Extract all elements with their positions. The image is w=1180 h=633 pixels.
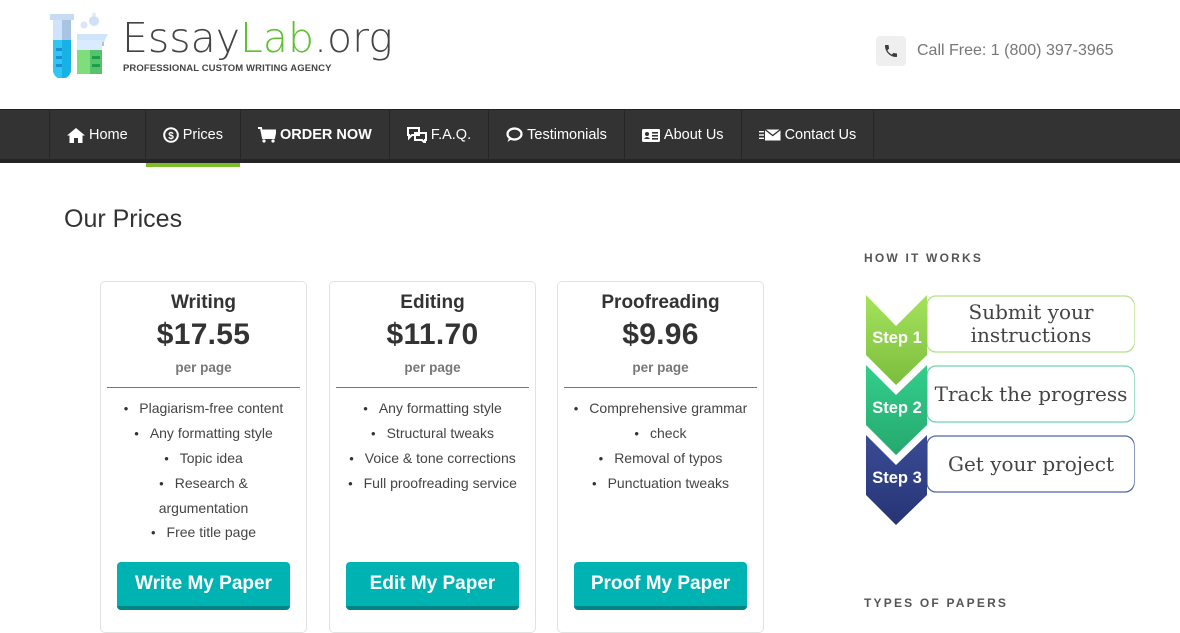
nav-contact-us[interactable]: Contact Us (742, 110, 875, 160)
feature-item: Removal of typos (572, 446, 749, 471)
how-it-works-heading: HOW IT WORKS (864, 251, 984, 265)
home-icon (67, 127, 85, 143)
card-divider (564, 387, 757, 388)
feature-item: Voice & tone corrections (344, 446, 521, 471)
site-logo[interactable]: EssayLab.org PROFESSIONAL CUSTOM WRITING… (48, 12, 393, 82)
test-tubes-icon (50, 12, 108, 78)
step-2-label: Step 2 (872, 399, 922, 417)
step-1-label: Step 1 (872, 329, 922, 347)
nav-prices-label: Prices (182, 127, 223, 143)
feature-item: Full proofreading service (344, 471, 521, 496)
write-my-paper-button[interactable]: Write My Paper (117, 562, 290, 610)
phone-contact[interactable]: Call Free: 1 (800) 397-3965 (876, 36, 1114, 66)
feature-item: Any formatting style (115, 421, 292, 446)
nav-testimonials[interactable]: Testimonials (489, 110, 625, 160)
pricing-card-writing: Writing $17.55 per page Plagiarism-free … (100, 281, 307, 633)
nav-testimonials-label: Testimonials (527, 127, 607, 143)
feature-item: Comprehensive grammar (572, 396, 749, 421)
step-3-text: Get your project (928, 437, 1134, 491)
proof-my-paper-button[interactable]: Proof My Paper (574, 562, 747, 610)
card-price: $9.96 (622, 318, 699, 351)
logo-org: .org (314, 14, 393, 62)
card-unit: per page (404, 360, 461, 375)
feature-item: Structural tweaks (344, 421, 521, 446)
edit-my-paper-button[interactable]: Edit My Paper (346, 562, 519, 610)
feature-item: Research & argumentation (115, 471, 292, 520)
feature-item: Plagiarism-free content (115, 396, 292, 421)
step-2-text: Track the progress (928, 367, 1134, 421)
page-title: Our Prices (64, 205, 183, 233)
card-unit: per page (632, 360, 689, 375)
logo-essay: Essay (122, 14, 241, 62)
card-title: Writing (170, 292, 237, 313)
feature-list: Plagiarism-free content Any formatting s… (101, 396, 306, 545)
phone-number: Call Free: 1 (800) 397-3965 (917, 42, 1114, 59)
nav-order-now[interactable]: ORDER NOW (241, 110, 390, 160)
how-it-works-steps: Step 1 Step 2 Step 3 Submit your instruc… (865, 295, 1137, 527)
card-title: Proofreading (601, 292, 720, 313)
pricing-card-editing: Editing $11.70 per page Any formatting s… (329, 281, 536, 633)
pricing-card-proofreading: Proofreading $9.96 per page Comprehensiv… (557, 281, 764, 633)
site-header: EssayLab.org PROFESSIONAL CUSTOM WRITING… (0, 0, 1180, 108)
envelope-icon (758, 129, 781, 141)
nav-faq-label: F.A.Q. (430, 127, 472, 143)
feature-item: Punctuation tweaks (572, 471, 749, 496)
logo-lab: Lab (240, 14, 315, 62)
card-price: $11.70 (386, 318, 479, 351)
dollar-circle-icon: $ (162, 127, 179, 143)
phone-icon (876, 36, 906, 66)
card-divider (336, 387, 529, 388)
id-card-icon (641, 128, 660, 142)
nav-home[interactable]: Home (50, 110, 146, 160)
feature-item: Topic idea (115, 446, 292, 471)
logo-wordmark: EssayLab.org (122, 14, 393, 62)
svg-text:$: $ (168, 131, 174, 142)
nav-contact-us-label: Contact Us (784, 127, 857, 143)
feature-list: Any formatting style Structural tweaks V… (330, 396, 535, 496)
speech-bubble-icon (506, 127, 523, 143)
types-of-papers-heading: TYPES OF PAPERS (864, 596, 1009, 610)
card-unit: per page (175, 360, 232, 375)
nav-about-us[interactable]: About Us (625, 110, 742, 160)
nav-home-label: Home (89, 127, 128, 143)
card-divider (107, 387, 300, 388)
card-title: Editing (400, 292, 465, 313)
chat-bubbles-icon (406, 127, 427, 143)
feature-item: Any formatting style (344, 396, 521, 421)
logo-tagline: PROFESSIONAL CUSTOM WRITING AGENCY (123, 63, 332, 74)
feature-item: check (572, 421, 749, 446)
feature-list: Comprehensive grammar check Removal of t… (558, 396, 763, 496)
nav-order-now-label: ORDER NOW (279, 127, 372, 143)
main-nav: Home $ Prices ORDER NOW F.A.Q. Testimoni… (0, 109, 1180, 167)
nav-faq[interactable]: F.A.Q. (390, 110, 490, 160)
feature-item: Free title page (115, 520, 292, 545)
nav-about-us-label: About Us (663, 127, 724, 143)
step-3-label: Step 3 (872, 469, 922, 487)
nav-prices[interactable]: $ Prices (145, 110, 241, 167)
step-1-text: Submit your instructions (928, 297, 1134, 351)
cart-icon (257, 127, 276, 143)
card-price: $17.55 (156, 318, 251, 351)
